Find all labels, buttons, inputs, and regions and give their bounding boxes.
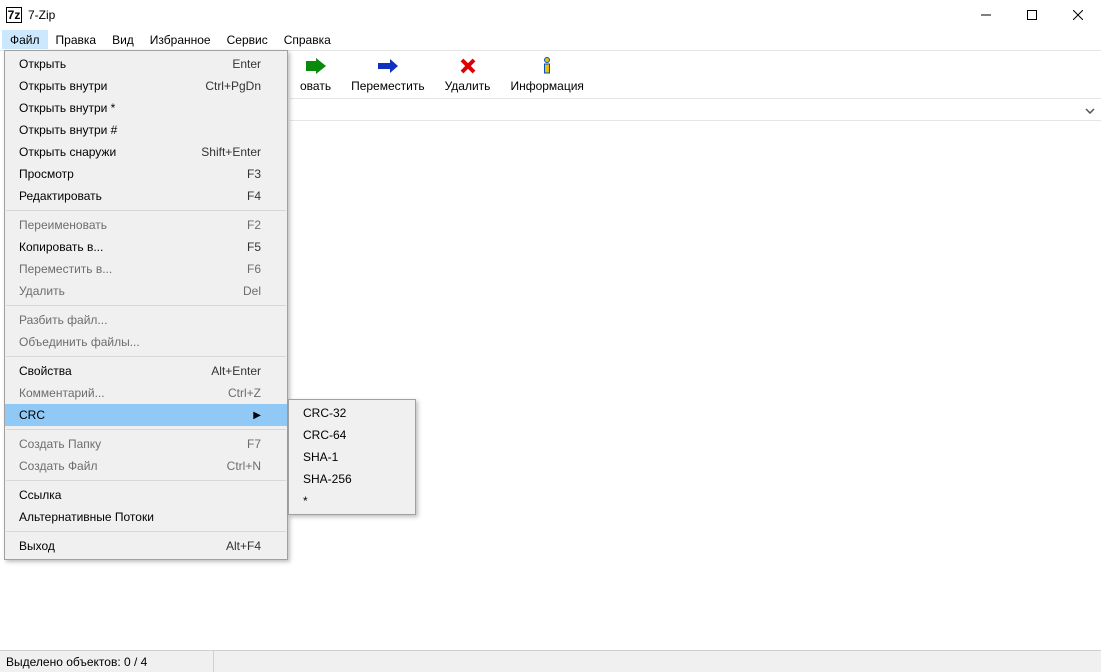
menu-item-shortcut: Enter: [208, 57, 261, 71]
crc-menu-item[interactable]: SHA-256: [289, 468, 415, 490]
menu-item-shortcut: Alt+F4: [202, 539, 261, 553]
file-menu-item[interactable]: СвойстваAlt+Enter: [5, 360, 287, 382]
menu-item-label: Копировать в...: [19, 240, 223, 254]
close-button[interactable]: [1055, 0, 1101, 30]
menu-item-label: SHA-256: [303, 472, 401, 486]
menu-item-label: Разбить файл...: [19, 313, 237, 327]
minimize-button[interactable]: [963, 0, 1009, 30]
arrow-right-blue-icon: [376, 56, 400, 76]
menu-edit[interactable]: Правка: [48, 30, 105, 49]
menu-item-label: Редактировать: [19, 189, 223, 203]
file-menu-item[interactable]: Открыть внутри *: [5, 97, 287, 119]
info-icon: [535, 56, 559, 76]
menu-item-shortcut: Ctrl+PgDn: [181, 79, 261, 93]
crc-menu-item[interactable]: *: [289, 490, 415, 512]
menu-item-shortcut: Shift+Enter: [177, 145, 261, 159]
menu-item-label: Выход: [19, 539, 202, 553]
crc-menu-item[interactable]: SHA-1: [289, 446, 415, 468]
menu-item-label: Свойства: [19, 364, 187, 378]
menu-fav[interactable]: Избранное: [142, 30, 219, 49]
menu-help[interactable]: Справка: [276, 30, 339, 49]
file-menu-item[interactable]: Открыть внутриCtrl+PgDn: [5, 75, 287, 97]
tool-move[interactable]: Переместить: [341, 51, 435, 99]
tool-info[interactable]: Информация: [500, 51, 593, 99]
menu-item-label: CRC: [19, 408, 237, 422]
file-menu-item[interactable]: ВыходAlt+F4: [5, 535, 287, 557]
menu-item-label: *: [303, 494, 401, 508]
file-menu-item[interactable]: Открыть снаружиShift+Enter: [5, 141, 287, 163]
delete-x-icon: [456, 56, 480, 76]
menu-item-shortcut: F2: [223, 218, 261, 232]
menu-file[interactable]: Файл: [2, 30, 48, 49]
file-menu-item: Переместить в...F6: [5, 258, 287, 280]
file-menu-item[interactable]: РедактироватьF4: [5, 185, 287, 207]
menu-item-label: Открыть внутри *: [19, 101, 237, 115]
menu-item-label: Удалить: [19, 284, 219, 298]
menu-item-shortcut: F3: [223, 167, 261, 181]
menu-item-label: Открыть: [19, 57, 208, 71]
menu-item-shortcut: F5: [223, 240, 261, 254]
file-menu-item: Объединить файлы...: [5, 331, 287, 353]
chevron-down-icon[interactable]: [1085, 103, 1095, 117]
crc-submenu: CRC-32 CRC-64 SHA-1 SHA-256 *: [288, 399, 416, 515]
menu-item-shortcut: F4: [223, 189, 261, 203]
menu-item-label: Открыть внутри #: [19, 123, 237, 137]
file-menu-item: Создать ПапкуF7: [5, 433, 287, 455]
menu-item-shortcut: Alt+Enter: [187, 364, 261, 378]
menu-item-label: SHA-1: [303, 450, 401, 464]
menu-item-shortcut: F6: [223, 262, 261, 276]
menu-item-label: Открыть снаружи: [19, 145, 177, 159]
file-menu-item: Комментарий...Ctrl+Z: [5, 382, 287, 404]
address-bar[interactable]: [290, 98, 1101, 121]
app-icon: 7z: [6, 7, 22, 23]
tool-delete[interactable]: Удалить: [435, 51, 501, 99]
menubar: Файл Правка Вид Избранное Сервис Справка: [0, 30, 1101, 50]
menu-item-label: Создать Файл: [19, 459, 203, 473]
window-title: 7-Zip: [28, 8, 55, 22]
menu-item-label: Комментарий...: [19, 386, 204, 400]
menu-tools[interactable]: Сервис: [219, 30, 276, 49]
menu-item-shortcut: Ctrl+N: [203, 459, 261, 473]
menu-item-label: Объединить файлы...: [19, 335, 237, 349]
menu-item-label: Переместить в...: [19, 262, 223, 276]
file-dropdown: ОткрытьEnterОткрыть внутриCtrl+PgDnОткры…: [4, 50, 288, 560]
menu-item-label: CRC-64: [303, 428, 401, 442]
menu-item-label: Переименовать: [19, 218, 223, 232]
titlebar: 7z 7-Zip: [0, 0, 1101, 30]
status-selection: Выделено объектов: 0 / 4: [4, 651, 214, 672]
menu-view[interactable]: Вид: [104, 30, 142, 49]
menu-item-shortcut: Ctrl+Z: [204, 386, 261, 400]
menu-item-label: Ссылка: [19, 488, 237, 502]
file-menu-item[interactable]: ПросмотрF3: [5, 163, 287, 185]
file-menu-item: УдалитьDel: [5, 280, 287, 302]
file-menu-item[interactable]: Копировать в...F5: [5, 236, 287, 258]
file-menu-item[interactable]: Альтернативные Потоки: [5, 506, 287, 528]
file-menu-item[interactable]: Ссылка: [5, 484, 287, 506]
menu-item-label: Открыть внутри: [19, 79, 181, 93]
file-menu-item: Разбить файл...: [5, 309, 287, 331]
statusbar: Выделено объектов: 0 / 4: [0, 650, 1101, 672]
crc-menu-item[interactable]: CRC-32: [289, 402, 415, 424]
file-menu-item: Создать ФайлCtrl+N: [5, 455, 287, 477]
file-menu-item[interactable]: CRC ▶: [5, 404, 287, 426]
file-menu-item[interactable]: Открыть внутри #: [5, 119, 287, 141]
menu-item-label: CRC-32: [303, 406, 401, 420]
submenu-arrow-icon: ▶: [253, 410, 261, 421]
tool-copy[interactable]: овать: [290, 51, 341, 99]
menu-item-shortcut: F7: [223, 437, 261, 451]
file-menu-item[interactable]: ОткрытьEnter: [5, 53, 287, 75]
maximize-button[interactable]: [1009, 0, 1055, 30]
menu-item-label: Просмотр: [19, 167, 223, 181]
crc-menu-item[interactable]: CRC-64: [289, 424, 415, 446]
arrow-right-green-icon: [304, 56, 328, 76]
menu-item-shortcut: Del: [219, 284, 261, 298]
menu-item-label: Альтернативные Потоки: [19, 510, 237, 524]
file-menu-item: ПереименоватьF2: [5, 214, 287, 236]
menu-item-label: Создать Папку: [19, 437, 223, 451]
